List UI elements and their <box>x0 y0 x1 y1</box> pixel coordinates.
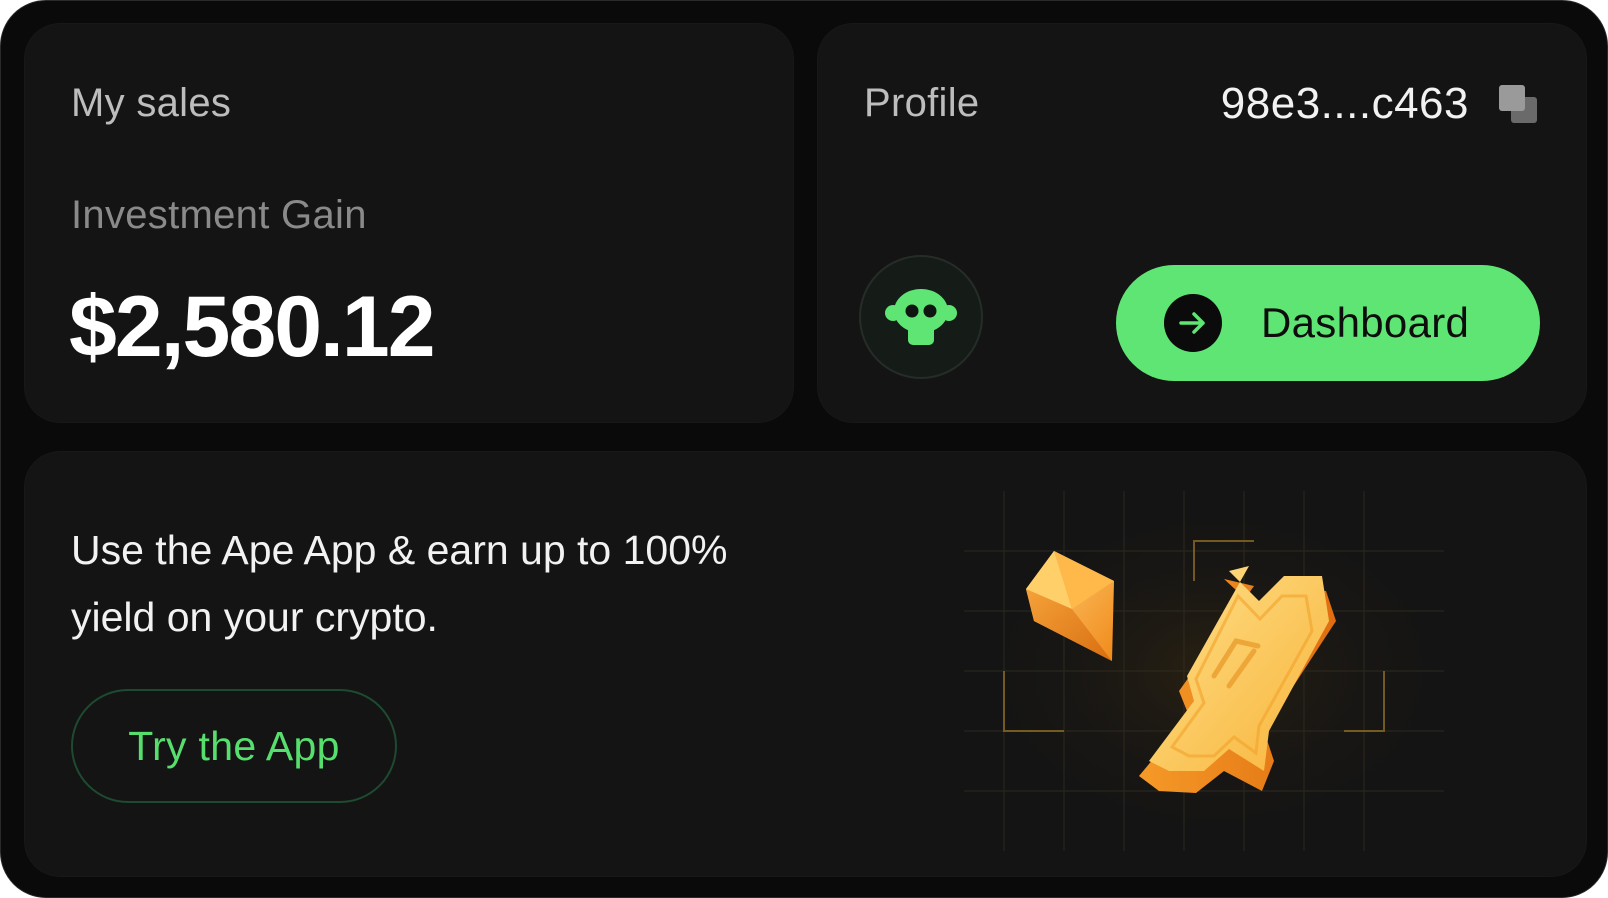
copy-icon[interactable] <box>1497 83 1541 127</box>
investment-gain-value: $2,580.12 <box>69 279 436 375</box>
widget-frame: My sales Investment Gain $2,580.12 Profi… <box>0 0 1608 898</box>
promo-text: Use the Ape App & earn up to 100% yield … <box>71 527 728 640</box>
gold-token-gem-illustration <box>924 471 1484 871</box>
promo-card: Use the Ape App & earn up to 100% yield … <box>24 451 1587 877</box>
wallet-address: 98e3....c463 <box>1220 79 1469 128</box>
arrow-right-icon <box>1164 294 1222 352</box>
profile-title: Profile <box>864 81 980 125</box>
dashboard-button[interactable]: Dashboard <box>1116 265 1540 381</box>
try-app-button[interactable]: Try the App <box>71 689 397 803</box>
investment-gain-label: Investment Gain <box>71 193 367 237</box>
dashboard-label: Dashboard <box>1261 299 1470 346</box>
try-app-label: Try the App <box>128 723 340 769</box>
ape-avatar-icon[interactable] <box>859 255 983 379</box>
sales-card: My sales Investment Gain $2,580.12 <box>24 23 794 423</box>
sales-title: My sales <box>71 81 232 125</box>
profile-card: Profile 98e3....c463 Dashboard <box>817 23 1587 423</box>
